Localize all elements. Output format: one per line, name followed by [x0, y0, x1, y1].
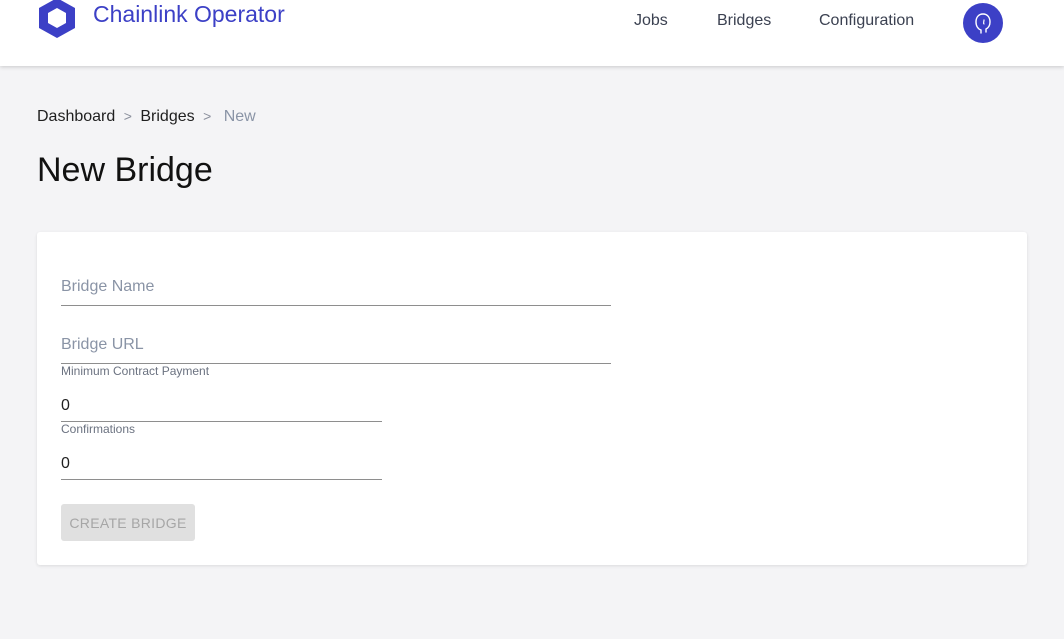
- min-contract-payment-input[interactable]: [61, 390, 382, 422]
- nav-bridges[interactable]: Bridges: [717, 12, 771, 30]
- bridge-name-field: [61, 268, 611, 306]
- min-contract-payment-label: Minimum Contract Payment: [61, 364, 210, 378]
- nav-configuration[interactable]: Configuration: [819, 12, 914, 30]
- chainlink-logo-icon[interactable]: [37, 0, 77, 40]
- user-avatar-button[interactable]: [963, 3, 1003, 43]
- bridge-name-input[interactable]: [61, 268, 611, 306]
- create-bridge-button[interactable]: CREATE BRIDGE: [61, 504, 195, 541]
- confirmations-input[interactable]: [61, 448, 382, 480]
- bridge-url-field: [61, 326, 611, 364]
- breadcrumb-bridges[interactable]: Bridges: [140, 108, 194, 125]
- top-app-bar: Chainlink Operator Jobs Bridges Configur…: [0, 0, 1064, 66]
- breadcrumb-separator: >: [123, 108, 132, 124]
- min-contract-payment-field: [61, 390, 382, 422]
- breadcrumb-separator: >: [203, 108, 212, 124]
- confirmations-label: Confirmations: [61, 422, 136, 436]
- new-bridge-form-card: Minimum Contract Payment Confirmations C…: [37, 232, 1027, 565]
- nav-jobs[interactable]: Jobs: [634, 12, 668, 30]
- breadcrumb-current: New: [223, 108, 256, 125]
- page-title: New Bridge: [37, 151, 213, 189]
- bridge-url-input[interactable]: [61, 326, 611, 364]
- user-avatar-icon: [975, 13, 991, 34]
- breadcrumb-dashboard[interactable]: Dashboard: [37, 108, 115, 125]
- brand-title[interactable]: Chainlink Operator: [93, 1, 285, 28]
- confirmations-field: [61, 448, 382, 480]
- breadcrumb: Dashboard > Bridges > New: [37, 108, 256, 126]
